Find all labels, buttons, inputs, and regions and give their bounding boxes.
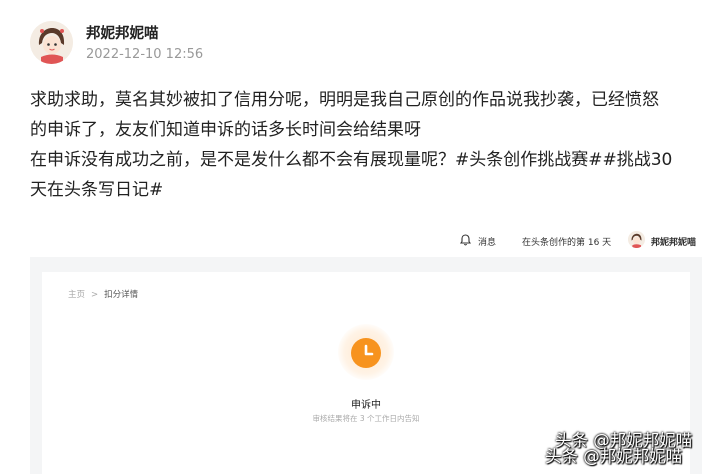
notifications-link[interactable]: 消息 <box>478 235 496 248</box>
creation-days-label: 在头条创作的第 16 天 <box>522 238 612 248</box>
breadcrumb-separator: > <box>91 290 99 300</box>
topbar-avatar[interactable] <box>628 231 645 248</box>
avatar[interactable] <box>30 21 73 64</box>
breadcrumb-home[interactable]: 主页 <box>68 290 85 300</box>
appeal-status-subtitle: 审核结果将在 3 个工作日内告知 <box>312 414 420 423</box>
embed-topbar: 消息 在头条创作的第 16 天 邦妮邦妮喵 <box>440 228 702 254</box>
appeal-status-title: 申诉中 <box>351 400 381 411</box>
post-body-line: 的申诉了，友友们知道申诉的话多长时间会给结果呀 <box>30 120 421 140</box>
watermark: 头条 @邦妮邦妮喵 头条 @邦妮邦妮喵 <box>545 431 705 471</box>
post-timestamp: 2022-12-10 12:56 <box>86 47 204 62</box>
avatar-illustration-icon <box>30 21 73 64</box>
post-body-line: 求助求助，莫名其妙被扣了信用分呢，明明是我自己原创的作品说我抄袭，已经愤怒 <box>30 90 659 110</box>
watermark-line: 头条 @邦妮邦妮喵 <box>545 447 683 466</box>
clock-icon <box>351 338 381 368</box>
breadcrumb-current: 扣分详情 <box>104 290 139 300</box>
avatar-illustration-icon <box>628 231 645 248</box>
post-body-line: 在申诉没有成功之前，是不是发什么都不会有展现量呢？#头条创作挑战赛##挑战30 <box>30 150 673 170</box>
post-body-line: 天在头条写日记# <box>30 180 164 200</box>
topbar-username[interactable]: 邦妮邦妮喵 <box>651 235 696 248</box>
breadcrumb: 主页 > 扣分详情 <box>68 288 138 300</box>
bell-icon[interactable] <box>459 234 472 249</box>
post-body: 求助求助，莫名其妙被扣了信用分呢，明明是我自己原创的作品说我抄袭，已经愤怒 的申… <box>30 85 690 205</box>
username[interactable]: 邦妮邦妮喵 <box>86 22 159 43</box>
